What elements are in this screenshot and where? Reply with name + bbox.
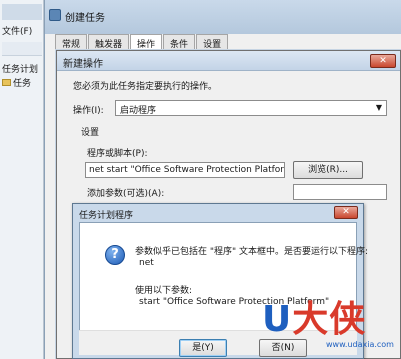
action-select[interactable]: 启动程序 ▼ [115, 100, 387, 116]
arguments-input[interactable] [293, 184, 387, 200]
task-window-icon [49, 9, 61, 21]
message-box-title: 任务计划程序 [79, 211, 134, 221]
program-input[interactable]: net start "Office Software Protection Pl… [85, 162, 285, 178]
background-title-bar [2, 4, 42, 20]
action-select-value: 启动程序 [120, 106, 157, 116]
logo-text: 大侠 [292, 299, 367, 340]
new-action-title: 新建操作 [63, 59, 103, 70]
message-line-2: net [139, 258, 154, 268]
logo-u: U [262, 299, 293, 340]
program-label: 程序或脚本(P): [87, 149, 148, 159]
message-line-1: 参数似乎已包括在 "程序" 文本框中。是否要运行以下程序: [135, 247, 369, 257]
yes-button[interactable]: 是(Y) [179, 339, 227, 357]
close-icon[interactable]: ✕ [370, 54, 396, 68]
task-scheduler-background-window: 文件(F) 任务计划 任务 [0, 0, 44, 359]
question-icon: ? [105, 245, 125, 265]
tree-item-label: 任务 [13, 79, 32, 89]
action-label: 操作(I): [73, 106, 104, 116]
new-action-title-bar: 新建操作 ✕ [57, 51, 400, 71]
arguments-label: 添加参数(可选)(A): [87, 189, 165, 199]
background-menu-file[interactable]: 文件(F) [2, 24, 32, 37]
background-toolbar [2, 42, 42, 56]
instruction-text: 您必须为此任务指定要执行的操作。 [73, 82, 218, 92]
settings-group-label: 设置 [81, 128, 100, 138]
udaxia-logo: U大侠 [262, 300, 366, 340]
tree-item-task-scheduler[interactable]: 任务计划 [2, 62, 38, 75]
no-button[interactable]: 否(N) [259, 339, 307, 357]
watermark-url: www.udaxia.com [326, 340, 394, 349]
folder-icon [2, 79, 11, 86]
browse-button[interactable]: 浏览(R)... [293, 161, 363, 179]
message-line-3: 使用以下参数: [135, 286, 193, 296]
close-icon[interactable]: ✕ [334, 206, 358, 219]
tree-item-label: 任务计划 [2, 65, 39, 75]
tree-item-task-library[interactable]: 任务 [2, 76, 31, 89]
create-task-title-bar: 创建任务 [45, 0, 401, 34]
create-task-title: 创建任务 [65, 13, 105, 24]
screenshot: 文件(F) 任务计划 任务 创建任务 常规 触发器 操作 条件 设置 新建操作 … [0, 0, 401, 359]
chevron-down-icon: ▼ [375, 103, 382, 112]
